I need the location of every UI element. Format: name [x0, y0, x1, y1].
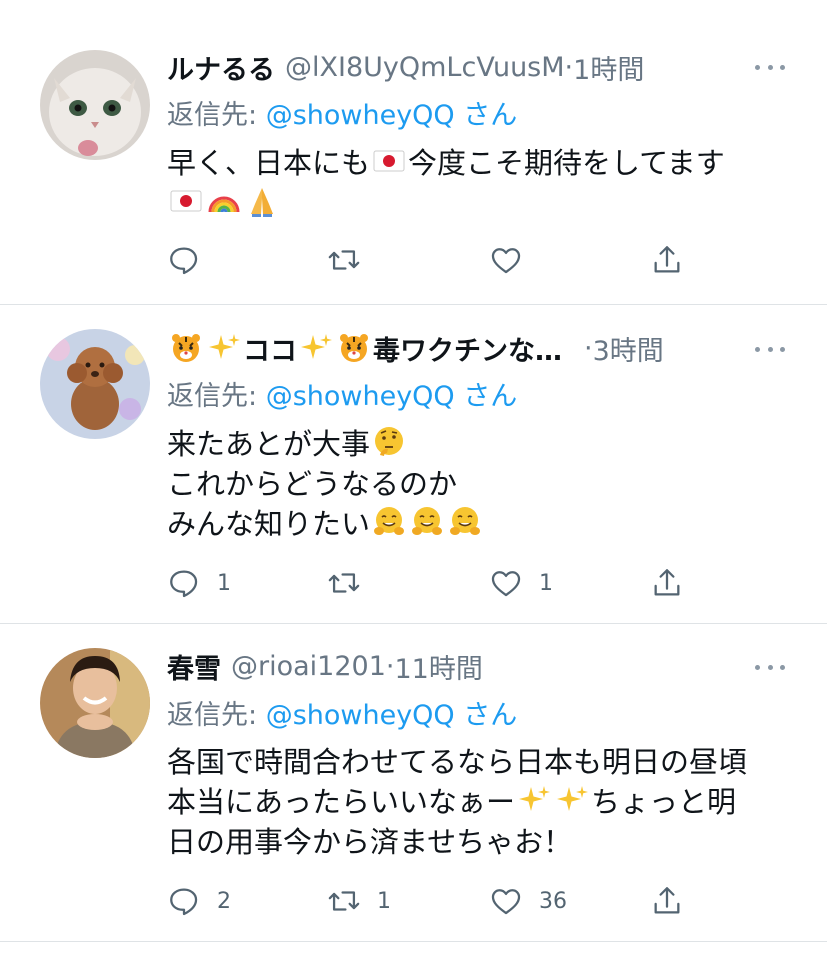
reply-mention[interactable]: @showheyQQ — [266, 700, 455, 731]
like-button[interactable] — [489, 240, 539, 280]
tweet-actions: 2 1 36 — [167, 881, 707, 921]
timestamp[interactable]: 11時間 — [394, 647, 482, 686]
tweet-text-line: これからどうなるのか — [167, 467, 458, 501]
share-button[interactable] — [650, 240, 684, 280]
avatar-cat[interactable] — [40, 50, 150, 160]
tweet-text: 早く、日本にも 今度こそ期待をしてます — [167, 143, 777, 223]
tweet-3[interactable]: 春雪 @rioai1201 · 11時間 返信先: @showheyQQ さん … — [0, 624, 827, 942]
retweet-button[interactable]: 1 — [327, 881, 391, 921]
hugging-face-emoji — [410, 505, 444, 539]
tiger-emoji — [169, 331, 203, 365]
like-button[interactable]: 1 — [489, 563, 553, 603]
display-name-rest[interactable]: 毒ワクチンな… — [373, 329, 562, 368]
hugging-face-emoji — [448, 505, 482, 539]
more-icon[interactable] — [755, 57, 785, 77]
folded-hands-emoji — [245, 184, 279, 218]
separator-dot: · — [564, 51, 574, 83]
separator-dot: · — [385, 650, 395, 682]
reply-count: 1 — [217, 570, 231, 596]
japan-flag-emoji — [169, 184, 203, 218]
like-icon — [491, 571, 521, 597]
like-count: 1 — [539, 570, 553, 596]
tweet-text: 各国で時間合わせてるなら日本も明日の昼頃 本当にあったらいいなぁー ちょっと明 日… — [167, 742, 777, 862]
tweet-actions: 1 1 — [167, 563, 707, 603]
timestamp[interactable]: 1時間 — [573, 48, 644, 87]
like-button[interactable]: 36 — [489, 881, 567, 921]
tweet-2[interactable]: ココ 毒ワクチンな… · 3時間 返信先: @showheyQQ さん 来たあと… — [0, 305, 827, 624]
more-icon[interactable] — [755, 339, 785, 359]
reply-suffix: さん — [454, 381, 518, 412]
reply-to: 返信先: @showheyQQ さん — [167, 374, 517, 413]
like-icon — [491, 889, 521, 915]
sparkles-emoji — [207, 331, 241, 365]
share-button[interactable] — [650, 881, 684, 921]
reply-button[interactable]: 1 — [167, 563, 231, 603]
sparkles-emoji — [555, 783, 589, 817]
display-name[interactable]: 春雪 — [167, 647, 221, 686]
avatar-dog[interactable] — [40, 329, 150, 439]
tweet-text-line: みんな知りたい — [167, 507, 371, 541]
share-icon — [654, 246, 680, 273]
share-button[interactable] — [650, 563, 684, 603]
display-name[interactable]: ココ — [243, 329, 297, 368]
tweet-text: 来たあとが大事 これからどうなるのか みんな知りたい — [167, 424, 777, 544]
retweet-button[interactable] — [327, 240, 377, 280]
like-icon — [491, 248, 521, 274]
sparkles-emoji — [517, 783, 551, 817]
user-handle[interactable]: @rioai1201 — [231, 651, 386, 682]
reply-count: 2 — [217, 888, 231, 914]
sparkles-emoji — [299, 331, 333, 365]
retweet-button[interactable] — [327, 563, 377, 603]
reply-mention[interactable]: @showheyQQ — [266, 100, 455, 131]
reply-to: 返信先: @showheyQQ さん — [167, 693, 517, 732]
like-count: 36 — [539, 888, 567, 914]
tweet-1[interactable]: ルナるる @lXI8UyQmLcVuusM · 1時間 返信先: @showhe… — [0, 0, 827, 305]
retweet-icon — [328, 891, 360, 911]
reply-to-label: 返信先: — [167, 100, 266, 131]
reply-to-label: 返信先: — [167, 700, 266, 731]
retweet-icon — [328, 250, 360, 270]
reply-button[interactable] — [167, 240, 217, 280]
tweet-text-line: 日の用事今から済ませちゃお！ — [167, 825, 573, 859]
reply-button[interactable]: 2 — [167, 881, 231, 921]
hugging-face-emoji — [372, 505, 406, 539]
share-icon — [654, 887, 680, 914]
display-name[interactable]: ルナるる — [167, 48, 275, 87]
rainbow-emoji — [207, 184, 241, 218]
tweet-text-line: 来たあとが大事 — [167, 427, 371, 461]
tweet-header: 春雪 @rioai1201 · 11時間 — [167, 646, 717, 686]
tiger-emoji — [337, 331, 371, 365]
separator-dot: · — [584, 332, 593, 364]
avatar-man[interactable] — [40, 648, 150, 758]
share-icon — [654, 569, 680, 596]
tweet-text-line: ちょっと明 — [591, 785, 737, 819]
user-handle[interactable]: @lXI8UyQmLcVuusM — [285, 52, 565, 83]
reply-suffix: さん — [454, 700, 518, 731]
tweet-text-line: 各国で時間合わせてるなら日本も明日の昼頃 — [167, 745, 748, 779]
timestamp[interactable]: 3時間 — [593, 329, 664, 368]
more-icon[interactable] — [755, 657, 785, 677]
reply-icon — [170, 888, 198, 916]
tweet-text-line: 今度こそ期待をしてます — [408, 146, 725, 180]
tweet-text-line: 早く、日本にも — [167, 146, 371, 180]
japan-flag-emoji — [372, 144, 406, 178]
tweet-header: ココ 毒ワクチンな… · 3時間 — [167, 328, 717, 368]
thinking-face-emoji — [372, 425, 406, 459]
reply-icon — [170, 570, 198, 598]
reply-icon — [170, 247, 198, 275]
tweet-header: ルナるる @lXI8UyQmLcVuusM · 1時間 — [167, 47, 717, 87]
reply-to: 返信先: @showheyQQ さん — [167, 93, 517, 132]
retweet-count: 1 — [377, 888, 391, 914]
reply-to-label: 返信先: — [167, 381, 266, 412]
retweet-icon — [328, 573, 360, 593]
reply-mention[interactable]: @showheyQQ — [266, 381, 455, 412]
tweet-actions — [167, 240, 707, 280]
tweet-text-line: 本当にあったらいいなぁー — [167, 785, 516, 819]
reply-suffix: さん — [454, 100, 518, 131]
